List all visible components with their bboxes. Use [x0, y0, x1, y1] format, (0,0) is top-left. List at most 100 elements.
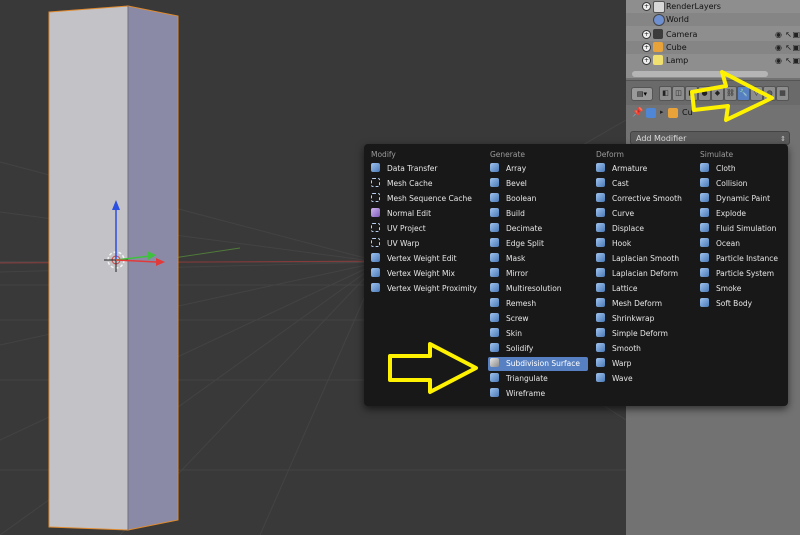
eye-icon[interactable]: ◉ — [775, 28, 782, 41]
cube-object[interactable] — [48, 5, 179, 531]
render-tab[interactable]: ◧ — [659, 86, 672, 101]
menu-item-shrinkwrap[interactable]: Shrinkwrap — [594, 312, 694, 326]
menu-item-wave[interactable]: Wave — [594, 372, 694, 386]
menu-item-array[interactable]: Array — [488, 162, 588, 176]
menu-item-normal-edit[interactable]: Normal Edit — [369, 207, 479, 221]
menu-item-warp[interactable]: Warp — [594, 357, 694, 371]
menu-item-cloth[interactable]: Cloth — [698, 162, 786, 176]
menu-item-uv-project[interactable]: UV Project — [369, 222, 479, 236]
menu-item-simple-deform[interactable]: Simple Deform — [594, 327, 694, 341]
menu-item-label: UV Project — [387, 224, 426, 233]
menu-item-bevel[interactable]: Bevel — [488, 177, 588, 191]
wave-icon — [596, 373, 605, 382]
camera-render-icon[interactable]: ▣ — [792, 41, 800, 54]
outliner-row-cube[interactable]: + Cube ◉ ↖ ▣ — [626, 41, 800, 54]
menu-item-skin[interactable]: Skin — [488, 327, 588, 341]
menu-item-particle-system[interactable]: Particle System — [698, 267, 786, 281]
menu-item-edge-split[interactable]: Edge Split — [488, 237, 588, 251]
camera-render-icon[interactable]: ▣ — [792, 54, 800, 67]
eye-icon[interactable]: ◉ — [775, 41, 782, 54]
menu-item-label: Data Transfer — [387, 164, 438, 173]
expand-icon[interactable]: + — [642, 43, 651, 52]
menu-item-mesh-sequence-cache[interactable]: Mesh Sequence Cache — [369, 192, 479, 206]
cursor-icon[interactable]: ↖ — [785, 41, 792, 54]
menu-item-uv-warp[interactable]: UV Warp — [369, 237, 479, 251]
pin-icon[interactable]: 📌 — [632, 108, 643, 118]
expand-icon[interactable]: + — [642, 2, 651, 11]
menu-item-lattice[interactable]: Lattice — [594, 282, 694, 296]
outliner-row-camera[interactable]: + Camera ◉ ↖ ▣ — [626, 28, 800, 41]
outliner-label: RenderLayers — [666, 2, 721, 11]
add-modifier-button[interactable]: Add Modifier ⇕ — [630, 131, 790, 145]
menu-item-hook[interactable]: Hook — [594, 237, 694, 251]
menu-item-wireframe[interactable]: Wireframe — [488, 387, 588, 401]
menu-item-label: Array — [506, 164, 527, 173]
lattice-icon — [596, 283, 605, 292]
expand-icon[interactable]: + — [642, 30, 651, 39]
menu-item-label: Collision — [716, 179, 748, 188]
outliner-row-render-layers[interactable]: + RenderLayers — [626, 0, 800, 13]
menu-item-soft-body[interactable]: Soft Body — [698, 297, 786, 311]
render-layers-icon — [653, 1, 665, 13]
menu-item-vertex-weight-proximity[interactable]: Vertex Weight Proximity — [369, 282, 479, 296]
menu-item-vertex-weight-mix[interactable]: Vertex Weight Mix — [369, 267, 479, 281]
menu-item-label: Remesh — [506, 299, 537, 308]
menu-item-particle-instance[interactable]: Particle Instance — [698, 252, 786, 266]
menu-item-displace[interactable]: Displace — [594, 222, 694, 236]
warp-icon — [596, 358, 605, 367]
menu-item-label: Bevel — [506, 179, 527, 188]
menu-item-collision[interactable]: Collision — [698, 177, 786, 191]
camera-render-icon[interactable]: ▣ — [792, 28, 800, 41]
menu-item-label: UV Warp — [387, 239, 420, 248]
ocean-icon — [700, 238, 709, 247]
menu-item-screw[interactable]: Screw — [488, 312, 588, 326]
cursor-icon[interactable]: ↖ — [785, 54, 792, 67]
menu-item-ocean[interactable]: Ocean — [698, 237, 786, 251]
menu-item-curve[interactable]: Curve — [594, 207, 694, 221]
menu-item-mesh-cache[interactable]: Mesh Cache — [369, 177, 479, 191]
menu-item-boolean[interactable]: Boolean — [488, 192, 588, 206]
menu-item-cast[interactable]: Cast — [594, 177, 694, 191]
outliner-row-world[interactable]: World — [626, 13, 800, 26]
menu-item-mirror[interactable]: Mirror — [488, 267, 588, 281]
screw-icon — [490, 313, 499, 322]
menu-item-vertex-weight-edit[interactable]: Vertex Weight Edit — [369, 252, 479, 266]
menu-item-fluid-simulation[interactable]: Fluid Simulation — [698, 222, 786, 236]
dynamic-paint-icon — [700, 193, 709, 202]
menu-item-multiresolution[interactable]: Multiresolution — [488, 282, 588, 296]
menu-item-remesh[interactable]: Remesh — [488, 297, 588, 311]
menu-item-dynamic-paint[interactable]: Dynamic Paint — [698, 192, 786, 206]
menu-item-explode[interactable]: Explode — [698, 207, 786, 221]
mesh-cache-icon — [371, 178, 380, 187]
menu-item-smoke[interactable]: Smoke — [698, 282, 786, 296]
displace-icon — [596, 223, 605, 232]
menu-item-triangulate[interactable]: Triangulate — [488, 372, 588, 386]
camera-icon — [653, 29, 663, 39]
menu-item-label: Vertex Weight Edit — [387, 254, 457, 263]
corrective-smooth-icon — [596, 193, 605, 202]
menu-item-smooth[interactable]: Smooth — [594, 342, 694, 356]
menu-item-mask[interactable]: Mask — [488, 252, 588, 266]
menu-item-solidify[interactable]: Solidify — [488, 342, 588, 356]
menu-item-label: Lattice — [612, 284, 638, 293]
menu-item-laplacian-deform[interactable]: Laplacian Deform — [594, 267, 694, 281]
menu-item-armature[interactable]: Armature — [594, 162, 694, 176]
menu-item-decimate[interactable]: Decimate — [488, 222, 588, 236]
menu-item-build[interactable]: Build — [488, 207, 588, 221]
menu-item-subdivision-surface[interactable]: Subdivision Surface — [488, 357, 588, 371]
menu-item-data-transfer[interactable]: Data Transfer — [369, 162, 479, 176]
cursor-icon[interactable]: ↖ — [785, 28, 792, 41]
skin-icon — [490, 328, 499, 337]
menu-item-label: Normal Edit — [387, 209, 432, 218]
menu-item-corrective-smooth[interactable]: Corrective Smooth — [594, 192, 694, 206]
expand-icon[interactable]: + — [642, 56, 651, 65]
menu-item-label: Hook — [612, 239, 632, 248]
menu-item-laplacian-smooth[interactable]: Laplacian Smooth — [594, 252, 694, 266]
menu-item-mesh-deform[interactable]: Mesh Deform — [594, 297, 694, 311]
menu-item-label: Decimate — [506, 224, 543, 233]
array-icon — [490, 163, 499, 172]
mask-icon — [490, 253, 499, 262]
cube-icon — [653, 42, 663, 52]
editor-type-menu[interactable]: ▤▾ — [631, 87, 653, 101]
subdivision-surface-icon — [490, 358, 499, 367]
